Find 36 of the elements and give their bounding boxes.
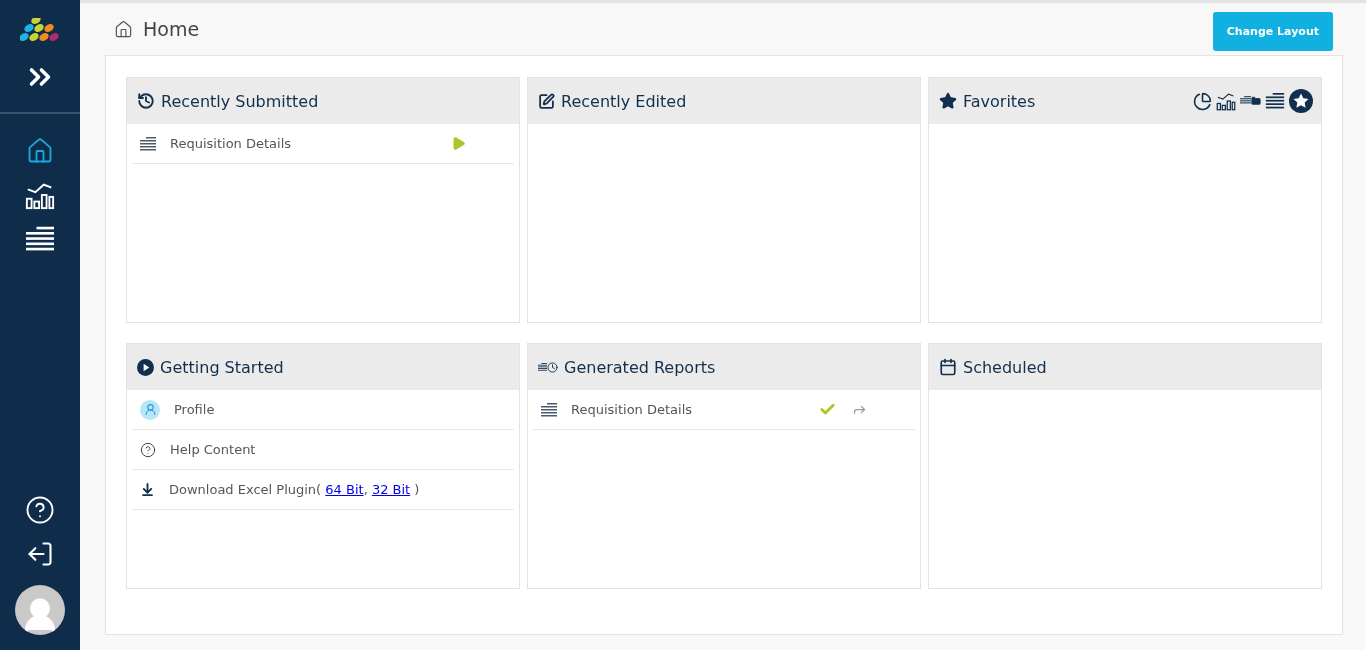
- widget-title: Recently Edited: [561, 91, 688, 111]
- pie-chart-icon[interactable]: [1193, 91, 1212, 111]
- page-title: Home: [143, 18, 200, 40]
- help-icon: [140, 441, 156, 458]
- check-icon: [819, 401, 836, 418]
- edit-icon: [538, 92, 555, 110]
- download-icon: [140, 482, 155, 497]
- item-link[interactable]: Profile: [174, 402, 215, 417]
- play-icon: [137, 358, 154, 376]
- star-circle-icon[interactable]: [1289, 89, 1313, 113]
- widget-title: Scheduled: [963, 357, 1048, 377]
- report-clock-icon: [538, 361, 558, 373]
- item-link[interactable]: Help Content: [170, 442, 256, 457]
- download-text: Download Excel Plugin( 64 Bit, 32 Bit ): [169, 482, 420, 497]
- logout-icon: [26, 540, 54, 568]
- report-icon: [541, 402, 557, 417]
- widget-title: Favorites: [963, 91, 1037, 111]
- help-icon: [25, 495, 55, 525]
- history-icon: [137, 92, 155, 110]
- list-icon[interactable]: [1265, 93, 1285, 109]
- download-link[interactable]: 64 Bit: [325, 482, 364, 497]
- chart-icon[interactable]: [1216, 91, 1236, 111]
- avatar[interactable]: [15, 585, 65, 635]
- download-link[interactable]: 32 Bit: [371, 482, 411, 497]
- home-icon: [114, 19, 133, 39]
- home-icon: [26, 137, 54, 165]
- widget-title: Getting Started: [160, 357, 285, 377]
- folder-list-icon[interactable]: [1240, 95, 1261, 107]
- item-link[interactable]: Requisition Details: [571, 402, 693, 417]
- widget-title: Recently Submitted: [161, 91, 320, 111]
- list-icon: [26, 226, 54, 252]
- calendar-icon: [939, 358, 957, 376]
- item-link[interactable]: Requisition Details: [170, 136, 292, 151]
- star-icon: [939, 92, 957, 110]
- report-icon: [140, 136, 156, 151]
- widget-title: Generated Reports: [564, 357, 717, 377]
